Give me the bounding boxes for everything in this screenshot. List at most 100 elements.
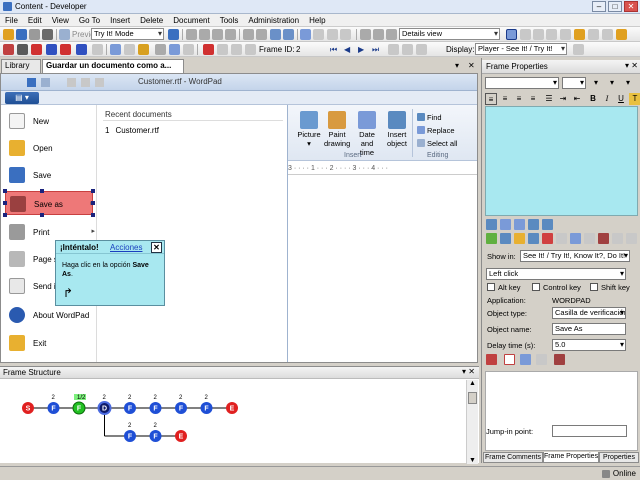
tool-h-icon[interactable] [138, 44, 149, 55]
tool-i-icon[interactable] [155, 44, 166, 55]
sound-tool-d-icon[interactable] [536, 354, 547, 365]
outdent-icon[interactable]: ⇤ [571, 93, 583, 105]
tool-j-icon[interactable] [169, 44, 180, 55]
sound-tool-e-icon[interactable] [554, 354, 565, 365]
sound-tool-c-icon[interactable] [520, 354, 531, 365]
tab-library[interactable]: Library [1, 59, 41, 73]
close-button[interactable]: ✕ [624, 1, 638, 12]
tool-c-icon[interactable] [60, 44, 71, 55]
redo-icon[interactable] [256, 29, 267, 40]
menu-tools[interactable]: Tools [215, 16, 244, 25]
align-left-icon[interactable]: ≡ [485, 93, 497, 105]
jump-in-input[interactable] [552, 425, 627, 437]
frame-structure-scrollbar[interactable]: ▲ ▼ [466, 380, 478, 464]
color-picker-icon[interactable]: ▾ [590, 77, 602, 89]
view5-icon[interactable] [560, 29, 571, 40]
callout-actions-link[interactable]: Acciones [110, 243, 142, 252]
picture-button[interactable]: Picture ▾ [296, 111, 322, 148]
prev-frame-icon[interactable]: ◀ [344, 45, 350, 54]
view4-icon[interactable] [546, 29, 557, 40]
zoom-icon[interactable] [270, 29, 281, 40]
find-icon[interactable] [283, 29, 294, 40]
tab-properties[interactable]: Properties [599, 452, 639, 463]
sound-tool-b-icon[interactable] [504, 354, 515, 365]
align-right-icon[interactable]: ≡ [513, 93, 525, 105]
tool-n-icon[interactable] [231, 44, 242, 55]
paste-tool-icon[interactable] [212, 29, 223, 40]
shift-key-checkbox[interactable]: Shift key [590, 283, 630, 292]
menu-insert[interactable]: Insert [105, 16, 135, 25]
text-color-icon[interactable]: ▾ [622, 77, 634, 89]
action-tool-b-icon[interactable] [500, 233, 511, 244]
save-icon[interactable] [16, 29, 27, 40]
callout-preview[interactable] [485, 106, 638, 216]
tool-d-icon[interactable] [76, 44, 87, 55]
tool-b-icon[interactable] [46, 44, 57, 55]
frame-structure-controls-icon[interactable]: ▾ ✕ [462, 367, 475, 376]
tab-document[interactable]: Guardar un documento como a... [42, 59, 184, 73]
action-tool-k-icon[interactable] [626, 233, 637, 244]
frame-tool-3-icon[interactable] [402, 44, 413, 55]
menu-item-save-as[interactable]: Save as ▸ [3, 189, 95, 217]
cut-icon[interactable] [42, 29, 53, 40]
select-all-button[interactable]: Select all [417, 139, 457, 148]
undo-icon[interactable] [243, 29, 254, 40]
action-tool-e-icon[interactable] [542, 233, 553, 244]
recent-item[interactable]: 1 Customer.rtf [105, 126, 159, 135]
replace-button[interactable]: Replace [417, 126, 455, 135]
next-frame-icon[interactable]: ▶ [358, 45, 364, 54]
action-tool-g-icon[interactable] [570, 233, 581, 244]
frame-canvas[interactable]: Customer.rtf - WordPad ▤ ▾ New Open Save… [0, 73, 478, 363]
action-tool-j-icon[interactable] [612, 233, 623, 244]
underline-icon[interactable]: U [615, 93, 627, 105]
display-tool-icon[interactable] [573, 44, 584, 55]
alt-key-checkbox[interactable]: Alt key [487, 283, 521, 292]
view8-icon[interactable] [602, 29, 613, 40]
delay-input[interactable]: 5.0 [552, 339, 626, 351]
object-name-input[interactable]: Save As [552, 323, 626, 335]
view1-icon[interactable] [506, 29, 517, 40]
panel-close-icon[interactable]: ▾ ✕ [625, 61, 638, 70]
tab-frame-properties[interactable]: Frame Properties [543, 452, 599, 463]
highlight-icon[interactable]: ▾ [606, 77, 618, 89]
record-icon[interactable] [3, 44, 14, 55]
document-area[interactable] [288, 175, 477, 362]
tool-f-icon[interactable] [110, 44, 121, 55]
callout-tool-a-icon[interactable] [486, 219, 497, 230]
tab-menu-icon[interactable]: ▾ [455, 61, 459, 70]
frame-structure-graph[interactable]: S F 2 F 1/2 D 2 F 2 F 2 F 2 F 2 E F 2 F 2 E [0, 380, 466, 464]
first-frame-icon[interactable]: ⏮ [330, 45, 337, 55]
view-select[interactable]: Details view [399, 28, 500, 40]
details-icon[interactable] [340, 29, 351, 40]
mode-select[interactable]: Try It! Mode [91, 28, 164, 40]
sound-tool-a-icon[interactable] [486, 354, 497, 365]
font-size-select[interactable] [562, 77, 586, 89]
tool-a-icon[interactable] [31, 44, 42, 55]
display-select[interactable]: Player - See It! / Try It! [475, 43, 567, 55]
tool-g-icon[interactable] [124, 44, 135, 55]
menu-item-exit[interactable]: Exit [5, 331, 93, 355]
view2-icon[interactable] [520, 29, 531, 40]
tool-m-icon[interactable] [217, 44, 228, 55]
callout-tool-c-icon[interactable] [514, 219, 525, 230]
action-tool-h-icon[interactable] [584, 233, 595, 244]
indent-icon[interactable]: ⇥ [557, 93, 569, 105]
properties-icon[interactable] [313, 29, 324, 40]
action-tool-a-icon[interactable] [486, 233, 497, 244]
action-tool-i-icon[interactable] [598, 233, 609, 244]
tool-o-icon[interactable] [245, 44, 256, 55]
callout-close-icon[interactable]: ✕ [151, 242, 162, 253]
menu-item-about[interactable]: About WordPad [5, 303, 93, 327]
view9-icon[interactable] [616, 29, 627, 40]
maximize-button[interactable]: □ [608, 1, 622, 12]
action-tool-d-icon[interactable] [528, 233, 539, 244]
view6-icon[interactable] [574, 29, 585, 40]
callout-bubble[interactable]: ¡Inténtalo! Acciones ✕ Haga clic en la o… [55, 240, 165, 306]
print-icon[interactable] [29, 29, 40, 40]
wordpad-app-button[interactable]: ▤ ▾ [5, 92, 39, 104]
tool-e-icon[interactable] [92, 44, 103, 55]
menu-item-save[interactable]: Save [5, 163, 93, 187]
find-button[interactable]: Find [417, 113, 442, 122]
callout-tool-d-icon[interactable] [528, 219, 539, 230]
menu-administration[interactable]: Administration [243, 16, 304, 25]
